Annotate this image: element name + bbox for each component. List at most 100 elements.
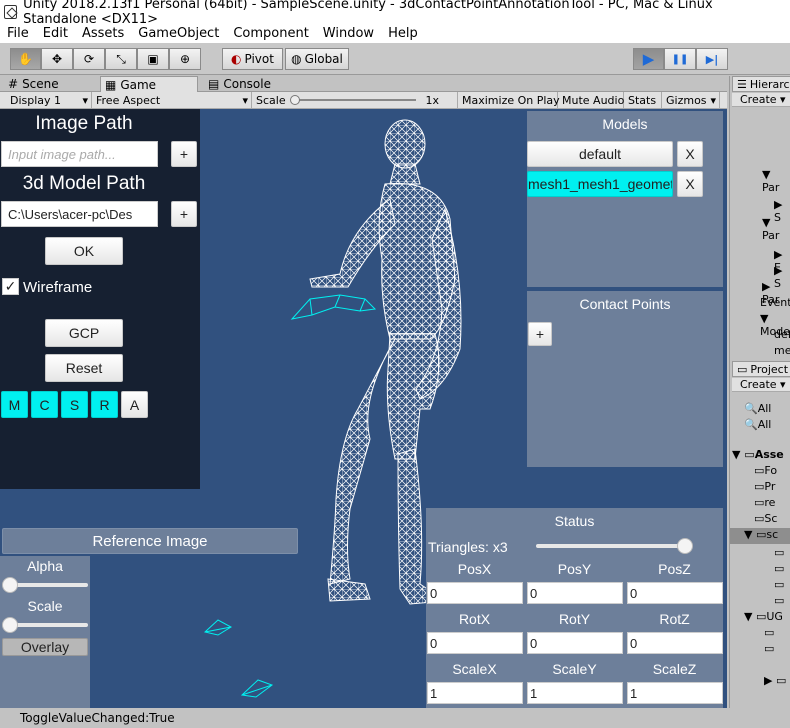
rect-tool-button[interactable]: ▣ bbox=[137, 48, 169, 70]
unity-logo-icon bbox=[4, 5, 18, 19]
menu-window[interactable]: Window bbox=[316, 26, 381, 41]
rotate-tool-button[interactable]: ⟳ bbox=[73, 48, 105, 70]
folder-icon[interactable]: ▭ bbox=[764, 626, 774, 639]
pivot-icon: ◐ bbox=[231, 52, 242, 66]
project-item[interactable]: ▭Pr bbox=[754, 480, 775, 493]
hierarchy-item[interactable]: ▼ Par bbox=[762, 168, 790, 194]
hierarchy-create-label: Create bbox=[740, 93, 777, 106]
stats-toggle[interactable]: Stats bbox=[624, 92, 662, 108]
add-contact-point-button[interactable]: + bbox=[528, 322, 552, 346]
folder-icon[interactable]: ▭ bbox=[774, 578, 784, 591]
ok-button[interactable]: OK bbox=[45, 237, 123, 265]
transform-icon: ⊕ bbox=[179, 52, 191, 66]
project-item-selected[interactable]: ▼ ▭sc bbox=[730, 528, 790, 544]
scale-slider-track[interactable] bbox=[296, 99, 416, 101]
step-button[interactable]: ▶| bbox=[696, 48, 728, 70]
hierarchy-item[interactable]: me bbox=[774, 344, 790, 357]
posz-input[interactable]: 0 bbox=[627, 582, 723, 604]
checkmark-icon: ✓ bbox=[4, 278, 17, 295]
hierarchy-item[interactable]: ▼ Par bbox=[762, 216, 790, 242]
gizmos-dropdown[interactable]: Gizmos ▾ bbox=[662, 92, 720, 108]
project-item[interactable]: 🔍All bbox=[744, 418, 771, 431]
triangles-slider-thumb[interactable] bbox=[677, 538, 693, 554]
mode-r-button[interactable]: R bbox=[91, 391, 118, 418]
maximize-on-play-toggle[interactable]: Maximize On Play bbox=[458, 92, 560, 108]
rotx-label: RotX bbox=[458, 611, 491, 627]
reference-image-header[interactable]: Reference Image bbox=[2, 528, 298, 554]
remove-model-button[interactable]: X bbox=[677, 171, 703, 197]
project-item[interactable]: ▭Fo bbox=[754, 464, 777, 477]
menu-component[interactable]: Component bbox=[226, 26, 315, 41]
play-button[interactable]: ▶ bbox=[633, 48, 664, 70]
aspect-label: Free Aspect bbox=[96, 93, 161, 107]
project-item[interactable]: ▼ ▭UG bbox=[744, 610, 783, 623]
tab-hierarchy[interactable]: ☰Hierarchy bbox=[732, 76, 790, 92]
hierarchy-item[interactable]: def bbox=[774, 328, 790, 341]
mode-c-button[interactable]: C bbox=[31, 391, 58, 418]
game-viewport[interactable]: Image Path Input image path... + 3d Mode… bbox=[0, 109, 727, 708]
model-item-mesh[interactable]: mesh1_mesh1_geomet bbox=[527, 171, 673, 197]
dropdown-arrow-icon: ▾ bbox=[242, 93, 248, 107]
reference-controls-panel: Alpha Scale Overlay bbox=[0, 556, 90, 708]
pause-button[interactable]: ❚❚ bbox=[664, 48, 696, 70]
image-path-add-button[interactable]: + bbox=[171, 141, 197, 167]
mode-m-button[interactable]: M bbox=[1, 391, 28, 418]
tab-project[interactable]: ▭ Project bbox=[732, 361, 790, 377]
scale-slider-thumb[interactable] bbox=[2, 617, 18, 633]
triangles-slider-track[interactable] bbox=[536, 544, 688, 548]
cyan-contact-marker bbox=[203, 619, 233, 636]
model-path-add-button[interactable]: + bbox=[171, 201, 197, 227]
move-tool-button[interactable]: ✥ bbox=[41, 48, 73, 70]
pivot-toggle[interactable]: ◐ Pivot bbox=[222, 48, 283, 70]
alpha-slider-thumb[interactable] bbox=[2, 577, 18, 593]
posy-input[interactable]: 0 bbox=[527, 582, 623, 604]
roty-input[interactable]: 0 bbox=[527, 632, 623, 654]
tab-console[interactable]: ▤ Console bbox=[204, 76, 304, 92]
rotz-input[interactable]: 0 bbox=[627, 632, 723, 654]
project-item[interactable]: 🔍All bbox=[744, 402, 771, 415]
model-path-input[interactable]: C:\Users\acer-pc\Des bbox=[1, 201, 158, 227]
project-item[interactable]: ▭Sc bbox=[754, 512, 777, 525]
folder-icon[interactable]: ▶ ▭ bbox=[764, 674, 786, 687]
scale-slider-thumb[interactable] bbox=[290, 95, 300, 105]
folder-icon[interactable]: ▭ bbox=[774, 546, 784, 559]
menu-gameobject[interactable]: GameObject bbox=[131, 26, 226, 41]
menu-file[interactable]: File bbox=[0, 26, 36, 41]
scalez-input[interactable]: 1 bbox=[627, 682, 723, 704]
scale-tool-button[interactable]: ⤡ bbox=[105, 48, 137, 70]
aspect-dropdown[interactable]: Free Aspect ▾ bbox=[92, 92, 252, 108]
image-path-input[interactable]: Input image path... bbox=[1, 141, 158, 167]
mode-s-button[interactable]: S bbox=[61, 391, 88, 418]
menu-edit[interactable]: Edit bbox=[36, 26, 75, 41]
hierarchy-create-dropdown[interactable]: Create ▾ bbox=[732, 93, 790, 107]
mode-a-button[interactable]: A bbox=[121, 391, 148, 418]
menu-help[interactable]: Help bbox=[381, 26, 425, 41]
hand-tool-button[interactable]: ✋ bbox=[10, 48, 41, 70]
posx-input[interactable]: 0 bbox=[427, 582, 523, 604]
project-item[interactable]: ▭re bbox=[754, 496, 775, 509]
menu-assets[interactable]: Assets bbox=[75, 26, 131, 41]
overlay-button[interactable]: Overlay bbox=[2, 638, 88, 656]
tab-scene[interactable]: # Scene bbox=[4, 76, 94, 92]
reset-button[interactable]: Reset bbox=[45, 354, 123, 382]
gcp-button[interactable]: GCP bbox=[45, 319, 123, 347]
scalex-input[interactable]: 1 bbox=[427, 682, 523, 704]
rotx-input[interactable]: 0 bbox=[427, 632, 523, 654]
global-toggle[interactable]: ◍ Global bbox=[285, 48, 349, 70]
folder-icon[interactable]: ▭ bbox=[764, 642, 774, 655]
scaley-input[interactable]: 1 bbox=[527, 682, 623, 704]
display-dropdown[interactable]: Display 1 ▾ bbox=[6, 92, 92, 108]
folder-icon[interactable]: ▭ bbox=[774, 562, 784, 575]
project-create-dropdown[interactable]: Create ▾ bbox=[732, 378, 790, 392]
remove-model-button[interactable]: X bbox=[677, 141, 703, 167]
folder-icon[interactable]: ▭ bbox=[774, 594, 784, 607]
project-item[interactable]: ▼ ▭Asse bbox=[732, 448, 784, 461]
wireframe-checkbox[interactable]: ✓ bbox=[2, 278, 19, 295]
tab-game[interactable]: ▦ Game bbox=[100, 76, 198, 92]
mute-audio-toggle[interactable]: Mute Audio bbox=[558, 92, 624, 108]
hierarchy-icon: ☰ bbox=[737, 77, 747, 91]
hierarchy-item[interactable]: Event bbox=[760, 296, 790, 309]
transform-tool-button[interactable]: ⊕ bbox=[169, 48, 201, 70]
project-create-label: Create bbox=[740, 378, 777, 391]
model-item-default[interactable]: default bbox=[527, 141, 673, 167]
